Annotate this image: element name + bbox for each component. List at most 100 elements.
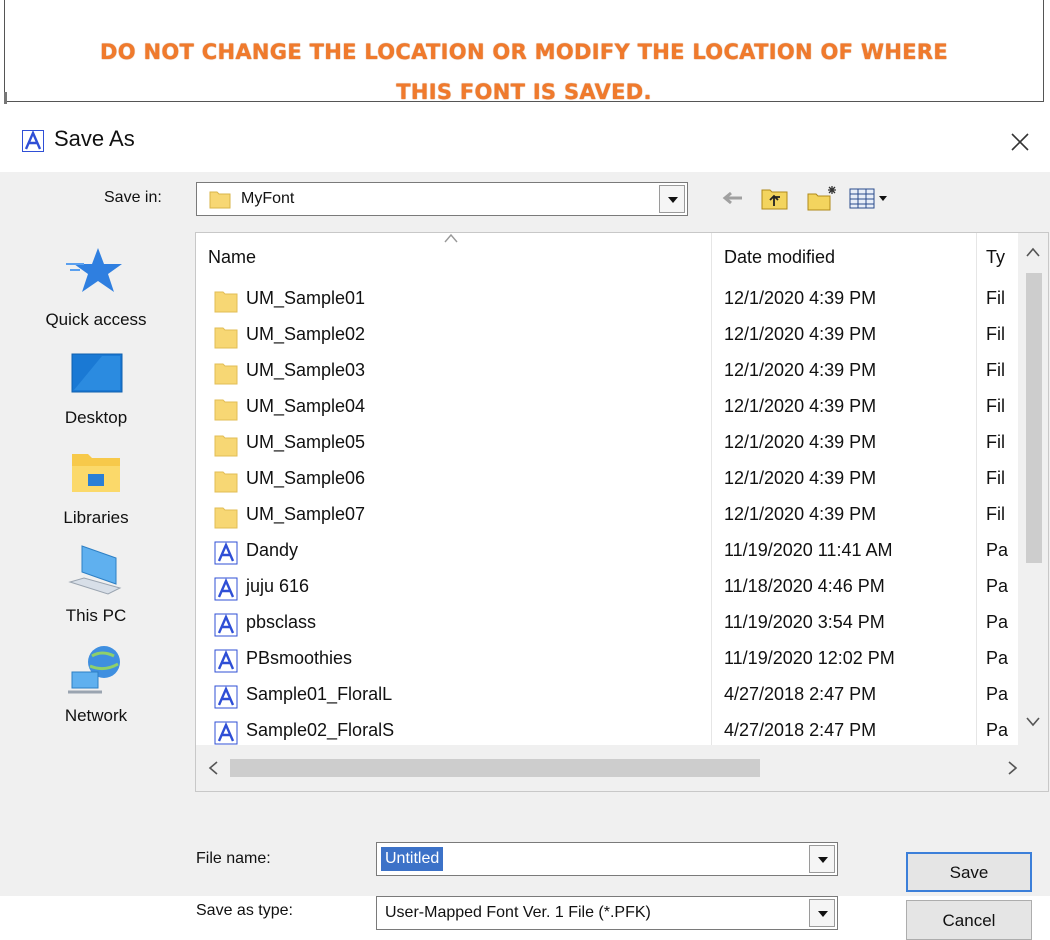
dialog-title: Save As (54, 126, 135, 151)
font-file-icon (214, 649, 238, 673)
warning-line-1: DO NOT CHANGE THE LOCATION OR MODIFY THE… (100, 40, 948, 64)
file-name-label: File name: (196, 850, 271, 867)
star-icon (66, 248, 122, 292)
view-menu-icon[interactable] (848, 184, 896, 212)
desktop-icon (71, 353, 123, 393)
horizontal-scroll-thumb[interactable] (230, 759, 760, 777)
vertical-scrollbar[interactable] (1018, 233, 1048, 745)
file-name-input[interactable]: Untitled (376, 842, 838, 876)
file-name: UM_Sample04 (246, 396, 366, 416)
save-type-select[interactable]: User-Mapped Font Ver. 1 File (*.PFK) (376, 896, 838, 930)
file-date: 12/1/2020 4:39 PM (724, 288, 877, 308)
file-type: Fil (986, 432, 1005, 452)
dialog-body: Save in: MyFont Quick access Desktop Lib… (0, 172, 1050, 940)
folder-icon (214, 363, 238, 385)
network-icon (68, 646, 120, 694)
warning-banner: DO NOT CHANGE THE LOCATION OR MODIFY THE… (4, 0, 1044, 104)
font-file-icon (214, 613, 238, 637)
scroll-right-icon[interactable] (1008, 761, 1018, 775)
save-button[interactable]: Save (906, 852, 1032, 892)
folder-icon (214, 471, 238, 493)
save-in-label: Save in: (104, 189, 162, 206)
column-header-name[interactable]: Name (208, 233, 256, 281)
new-folder-icon[interactable] (806, 184, 838, 212)
back-arrow-icon[interactable] (718, 184, 746, 212)
file-row[interactable]: UM_Sample06 12/1/2020 4:39 PM Fil (196, 463, 1016, 497)
place-label: Desktop (64, 408, 128, 427)
file-type: Fil (986, 468, 1005, 488)
file-row[interactable]: UM_Sample05 12/1/2020 4:39 PM Fil (196, 427, 1016, 461)
warning-text: DO NOT CHANGE THE LOCATION OR MODIFY THE… (5, 32, 1043, 112)
file-name: pbsclass (246, 612, 317, 632)
column-header-type[interactable]: Ty (986, 233, 1005, 281)
file-row[interactable]: UM_Sample07 12/1/2020 4:39 PM Fil (196, 499, 1016, 533)
save-in-dropdown-button[interactable] (659, 185, 685, 213)
file-type: Pa (986, 720, 1009, 740)
folder-icon (214, 507, 238, 529)
cancel-button[interactable]: Cancel (906, 900, 1032, 940)
file-type: Fil (986, 396, 1005, 416)
scroll-down-icon[interactable] (1026, 717, 1040, 727)
font-file-icon (214, 577, 238, 601)
file-date: 12/1/2020 4:39 PM (724, 432, 877, 452)
scroll-left-icon[interactable] (208, 761, 218, 775)
save-as-dialog: Save As Save in: MyFont Quick access Des… (0, 112, 1050, 940)
file-row[interactable]: UM_Sample03 12/1/2020 4:39 PM Fil (196, 355, 1016, 389)
horizontal-scrollbar[interactable] (196, 745, 1048, 791)
save-in-combo[interactable]: MyFont (196, 182, 688, 216)
folder-icon (214, 435, 238, 457)
file-row[interactable]: PBsmoothies 11/19/2020 12:02 PM Pa (196, 643, 1016, 677)
file-row[interactable]: Sample02_FloralS 4/27/2018 2:47 PM Pa (196, 715, 1016, 749)
column-header-date[interactable]: Date modified (724, 233, 835, 281)
file-row[interactable]: UM_Sample01 12/1/2020 4:39 PM Fil (196, 283, 1016, 317)
file-row[interactable]: juju 616 11/18/2020 4:46 PM Pa (196, 571, 1016, 605)
save-in-value: MyFont (241, 190, 295, 207)
file-type: Pa (986, 612, 1009, 632)
font-file-icon (214, 721, 238, 745)
file-name: UM_Sample07 (246, 504, 366, 524)
file-name-value: Untitled (381, 847, 444, 871)
file-name: UM_Sample02 (246, 324, 366, 344)
file-row[interactable]: pbsclass 11/19/2020 3:54 PM Pa (196, 607, 1016, 641)
file-type: Fil (986, 360, 1005, 380)
file-name: UM_Sample01 (246, 288, 366, 308)
file-list[interactable]: Name Date modified Ty UM_Sample01 12/1/20… (195, 232, 1049, 792)
file-date: 11/18/2020 4:46 PM (724, 576, 885, 596)
file-date: 4/27/2018 2:47 PM (724, 684, 877, 704)
file-date: 11/19/2020 3:54 PM (724, 612, 885, 632)
file-date: 12/1/2020 4:39 PM (724, 324, 877, 344)
file-row[interactable]: Sample01_FloralL 4/27/2018 2:47 PM Pa (196, 679, 1016, 713)
file-date: 11/19/2020 12:02 PM (724, 648, 895, 668)
file-type: Pa (986, 576, 1009, 596)
up-folder-icon[interactable] (760, 184, 790, 212)
title-bar: Save As (0, 112, 1050, 172)
save-type-label: Save as type: (196, 902, 293, 919)
file-row[interactable]: Dandy 11/19/2020 11:41 AM Pa (196, 535, 1016, 569)
vertical-scroll-thumb[interactable] (1026, 273, 1042, 563)
file-date: 4/27/2018 2:47 PM (724, 720, 877, 740)
file-name: UM_Sample06 (246, 468, 366, 488)
folder-icon (214, 399, 238, 421)
file-date: 12/1/2020 4:39 PM (724, 504, 877, 524)
file-type: Pa (986, 648, 1009, 668)
file-type: Fil (986, 324, 1005, 344)
computer-icon (68, 545, 122, 595)
file-name-dropdown-button[interactable] (809, 845, 835, 873)
file-row[interactable]: UM_Sample02 12/1/2020 4:39 PM Fil (196, 319, 1016, 353)
file-date: 12/1/2020 4:39 PM (724, 396, 877, 416)
folder-icon (214, 327, 238, 349)
file-name: Sample01_FloralL (246, 684, 393, 704)
places-bar: Quick access Desktop Libraries This PC N… (10, 232, 182, 792)
file-name: juju 616 (246, 576, 310, 596)
close-icon[interactable] (1000, 122, 1040, 162)
file-row[interactable]: UM_Sample04 12/1/2020 4:39 PM Fil (196, 391, 1016, 425)
folder-icon (209, 191, 231, 209)
scroll-up-icon[interactable] (1026, 247, 1040, 257)
file-type: Pa (986, 540, 1009, 560)
file-name: Sample02_FloralS (246, 720, 395, 740)
libraries-icon (72, 454, 120, 492)
save-type-dropdown-button[interactable] (809, 899, 835, 927)
place-label: Network (64, 706, 128, 725)
font-file-icon (214, 541, 238, 565)
save-type-value: User-Mapped Font Ver. 1 File (*.PFK) (385, 904, 651, 921)
